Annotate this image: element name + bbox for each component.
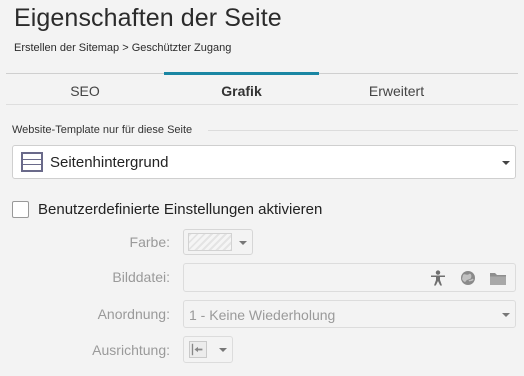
template-select[interactable]: Seitenhintergrund bbox=[12, 145, 516, 179]
folder-icon[interactable] bbox=[489, 270, 507, 286]
breadcrumb: Erstellen der Sitemap > Geschützter Zuga… bbox=[14, 42, 232, 54]
custom-settings-label: Benutzerdefinierte Einstellungen aktivie… bbox=[38, 201, 323, 218]
chevron-down-icon bbox=[502, 161, 510, 165]
section-divider bbox=[208, 130, 518, 131]
alignment-button[interactable] bbox=[183, 336, 233, 363]
arrangement-label: Anordnung: bbox=[97, 306, 170, 322]
color-picker-button[interactable] bbox=[183, 229, 253, 255]
image-file-label: Bilddatei: bbox=[112, 269, 170, 285]
template-selected-value: Seitenhintergrund bbox=[50, 154, 169, 171]
alignment-label: Ausrichtung: bbox=[92, 342, 170, 358]
tab-seo[interactable]: SEO bbox=[6, 74, 164, 106]
color-swatch bbox=[188, 233, 232, 251]
arrangement-value: 1 - Keine Wiederholung bbox=[189, 307, 336, 323]
person-icon[interactable] bbox=[429, 270, 447, 286]
chevron-down-icon bbox=[502, 313, 510, 317]
arrangement-select[interactable]: 1 - Keine Wiederholung bbox=[183, 300, 516, 328]
custom-settings-checkbox[interactable] bbox=[12, 201, 29, 218]
chevron-down-icon bbox=[219, 348, 227, 352]
align-left-icon bbox=[189, 341, 207, 358]
tab-grafik[interactable]: Grafik bbox=[164, 74, 319, 106]
tab-erweitert[interactable]: Erweitert bbox=[319, 74, 474, 106]
color-label: Farbe: bbox=[129, 234, 170, 250]
tab-bar: SEO Grafik Erweitert bbox=[6, 72, 518, 106]
globe-icon[interactable] bbox=[459, 270, 477, 286]
image-file-input[interactable] bbox=[183, 263, 516, 292]
page-background-icon bbox=[21, 152, 43, 172]
chevron-down-icon bbox=[239, 241, 247, 245]
page-title: Eigenschaften der Seite bbox=[14, 4, 282, 32]
template-section-label: Website-Template nur für diese Seite bbox=[12, 124, 193, 136]
